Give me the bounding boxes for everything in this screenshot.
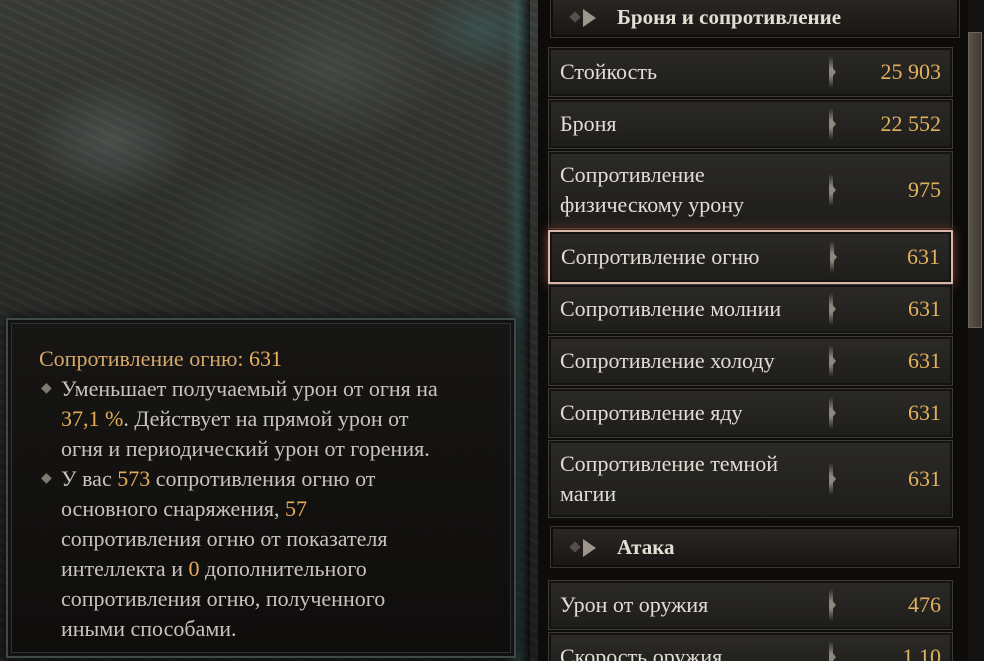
stat-name: Сопротивление молнии <box>560 296 782 321</box>
tooltip-bullet-sources: ◆ У вас 573 сопротивления огню от основн… <box>39 464 484 644</box>
diamond-ornament-icon <box>569 11 581 23</box>
stat-row-cold-resistance[interactable]: Сопротивление холоду 631 <box>548 336 953 386</box>
stat-row-lightning-resistance[interactable]: Сопротивление молнии 631 <box>548 284 953 334</box>
stat-value: 1,10 <box>902 644 942 661</box>
stat-value: 631 <box>908 400 941 425</box>
stat-row-toughness[interactable]: Стойкость 25 903 <box>548 47 953 97</box>
separator-icon <box>829 293 836 325</box>
bullet-icon: ◆ <box>41 471 52 486</box>
stat-value: 631 <box>908 466 941 491</box>
stat-row-weapon-damage[interactable]: Урон от оружия 476 <box>548 580 953 630</box>
separator-icon <box>829 56 836 88</box>
separator-icon <box>829 397 836 429</box>
stat-value: 975 <box>908 177 941 202</box>
stat-name: Сопротивление холоду <box>560 348 775 373</box>
tooltip-line: интеллекта и 0 дополнительного <box>61 556 367 581</box>
section-title: Атака <box>617 535 675 559</box>
stat-row-weapon-speed[interactable]: Скорость оружия 1,10 <box>548 632 953 661</box>
panel-scrollbar[interactable] <box>968 0 984 661</box>
stat-tooltip: Сопротивление огню: 631 ◆ Уменьшает полу… <box>6 318 516 658</box>
stat-row-shadow-resistance[interactable]: Сопротивление темной магии 631 <box>548 440 953 518</box>
stat-row-fire-resistance[interactable]: Сопротивление огню 631 <box>548 230 953 284</box>
stat-value: 25 903 <box>880 59 942 84</box>
separator-icon <box>829 108 836 140</box>
bullet-icon: ◆ <box>41 381 52 396</box>
game-screen: Сопротивление огню: 631 ◆ Уменьшает полу… <box>0 0 984 661</box>
stat-value: 476 <box>908 592 941 617</box>
separator-icon <box>829 589 836 621</box>
scrollbar-thumb[interactable] <box>968 32 982 328</box>
stat-name: Сопротивление темной магии <box>560 451 779 506</box>
tooltip-line: сопротивления огню от показателя <box>61 526 388 551</box>
stat-row-armor[interactable]: Броня 22 552 <box>548 99 953 149</box>
tooltip-line: 37,1 %. Действует на прямой урон от <box>61 406 409 431</box>
diamond-ornament-icon <box>569 541 581 553</box>
stat-name: Броня <box>560 111 617 136</box>
reduction-percent: 37,1 % <box>61 406 124 431</box>
stat-name: Скорость оружия <box>560 644 723 661</box>
stat-value: 631 <box>908 296 941 321</box>
separator-icon <box>829 463 836 495</box>
tooltip-line: основного снаряжения, 57 <box>61 496 307 521</box>
separator-icon <box>829 641 836 661</box>
section-header-attack[interactable]: Атака <box>550 526 960 568</box>
intellect-resist-value: 57 <box>285 496 307 521</box>
stat-name: Урон от оружия <box>560 592 709 617</box>
separator-icon <box>830 241 837 273</box>
stat-value: 631 <box>907 244 940 269</box>
section-title: Броня и сопротивление <box>617 5 842 29</box>
tooltip-line: Уменьшает получаемый урон от огня на <box>61 376 438 401</box>
stat-name: Сопротивление яду <box>560 400 743 425</box>
tooltip-bullet-reduction: ◆ Уменьшает получаемый урон от огня на 3… <box>39 374 484 464</box>
gear-resist-value: 573 <box>117 466 151 491</box>
stat-name: Сопротивление огню <box>561 244 760 269</box>
expand-arrow-icon <box>583 539 596 557</box>
stat-row-poison-resistance[interactable]: Сопротивление яду 631 <box>548 388 953 438</box>
stat-value: 631 <box>908 348 941 373</box>
tooltip-title: Сопротивление огню: 631 <box>39 344 484 374</box>
tooltip-title-label: Сопротивление огню: <box>39 346 244 371</box>
tooltip-line: огня и периодический урон от горения. <box>61 436 430 461</box>
expand-arrow-icon <box>583 9 596 27</box>
tooltip-line: иными способами. <box>61 616 237 641</box>
stat-value: 22 552 <box>880 111 942 136</box>
other-resist-value: 0 <box>188 556 200 581</box>
section-header-armor[interactable]: Броня и сопротивление <box>550 0 960 38</box>
stat-name: Сопротивление физическому урону <box>560 162 744 217</box>
separator-icon <box>829 174 836 206</box>
character-stats-panel: Броня и сопротивление Стойкость 25 903 Б… <box>538 0 984 661</box>
tooltip-title-value: 631 <box>249 346 283 371</box>
stat-name: Стойкость <box>560 59 658 84</box>
separator-icon <box>829 345 836 377</box>
tooltip-line: У вас 573 сопротивления огню от <box>61 466 376 491</box>
stat-row-physical-resistance[interactable]: Сопротивление физическому урону 975 <box>548 151 953 229</box>
tooltip-line: сопротивления огню, полученного <box>61 586 386 611</box>
